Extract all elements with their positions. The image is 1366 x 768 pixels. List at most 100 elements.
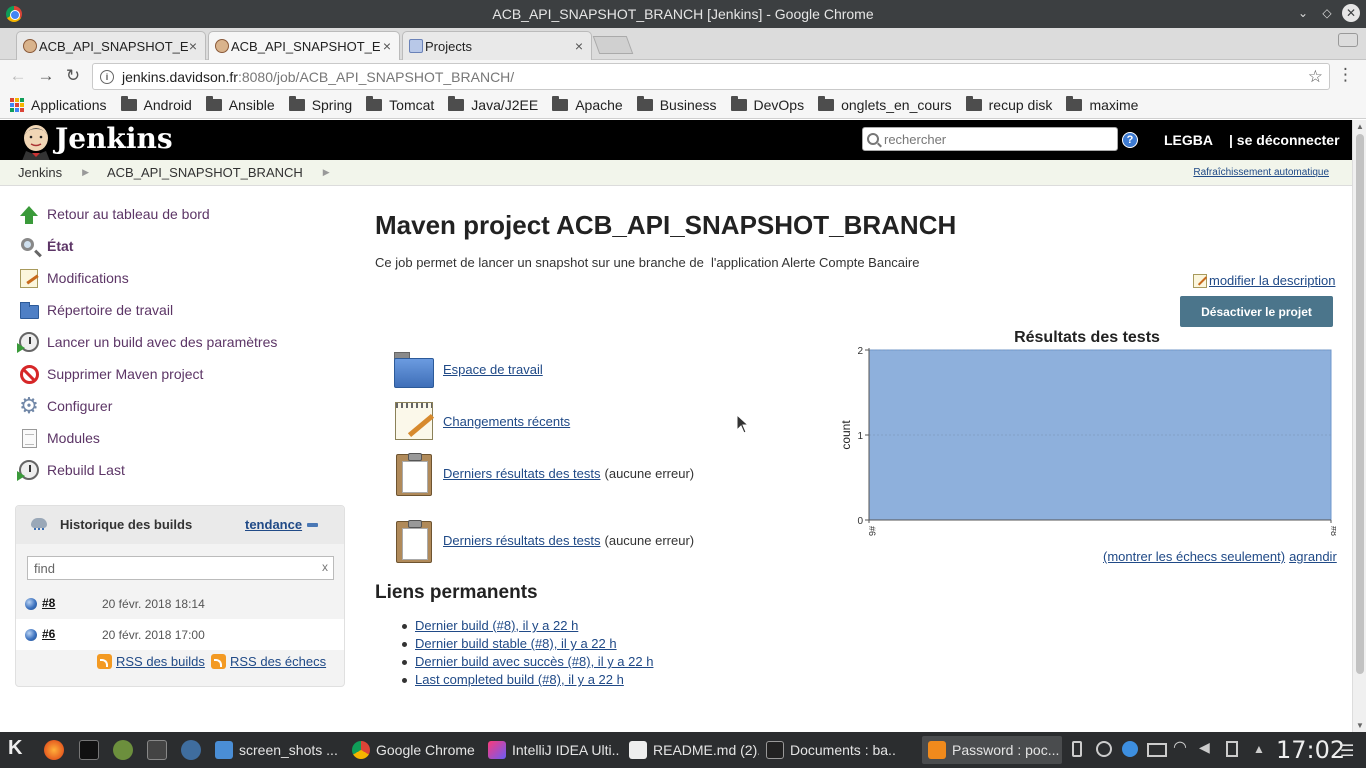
breadcrumb-separator-icon[interactable]: ▶ xyxy=(82,167,89,178)
clear-filter-icon[interactable]: x xyxy=(322,560,328,574)
tray-expand-icon[interactable]: ▲ xyxy=(1253,742,1269,758)
build-number-link[interactable]: #8 xyxy=(42,596,55,610)
back-arrow-icon[interactable]: ← xyxy=(8,66,28,86)
bookmark-folder[interactable]: maxime xyxy=(1066,96,1138,113)
scroll-up-icon[interactable]: ▲ xyxy=(1356,122,1364,131)
taskbar-task[interactable]: screen_shots ... xyxy=(209,736,343,764)
firefox-icon[interactable] xyxy=(44,740,64,760)
build-date[interactable]: 20 févr. 2018 18:14 xyxy=(102,597,205,611)
bookmark-folder[interactable]: Apache xyxy=(552,96,623,113)
browser-tab-1[interactable]: ACB_API_SNAPSHOT_E × xyxy=(16,31,206,60)
test-results-link[interactable]: Derniers résultats des tests xyxy=(443,533,601,548)
scroll-thumb[interactable] xyxy=(1356,134,1364,674)
bookmark-folder[interactable]: recup disk xyxy=(965,96,1052,113)
breadcrumb-jenkins[interactable]: Jenkins xyxy=(18,165,62,180)
kde-launcher-icon[interactable]: K xyxy=(8,737,28,759)
bookmark-folder[interactable]: Spring xyxy=(288,96,352,113)
task-status[interactable]: État xyxy=(18,235,73,257)
taskbar-task[interactable]: Google Chrome xyxy=(346,736,480,764)
taskbar-task[interactable]: IntelliJ IDEA Ulti... xyxy=(482,736,620,764)
logout-link[interactable]: | se déconnecter xyxy=(1229,132,1340,148)
clipboard-icon[interactable] xyxy=(1226,741,1238,757)
task-configure[interactable]: ⚙ Configurer xyxy=(18,395,112,417)
disable-project-button[interactable]: Désactiver le projet xyxy=(1180,296,1333,327)
address-bar[interactable]: i jenkins.davidson.fr:8080/job/ACB_API_S… xyxy=(92,63,1330,90)
tab-close-icon[interactable]: × xyxy=(383,38,391,54)
bookmark-folder[interactable]: Ansible xyxy=(205,96,275,113)
bookmark-folder[interactable]: Java/J2EE xyxy=(448,96,538,113)
taskbar-task[interactable]: Documents : ba... xyxy=(760,736,896,764)
page-scrollbar[interactable]: ▲ ▼ xyxy=(1352,120,1366,732)
tab-close-icon[interactable]: × xyxy=(575,38,583,54)
rss-failures-link[interactable]: RSS des échecs xyxy=(211,654,326,669)
window-close-button[interactable]: ✕ xyxy=(1342,4,1360,22)
wifi-icon[interactable]: ◠ xyxy=(1173,737,1189,756)
taskbar-menu-icon[interactable]: ☰ xyxy=(1340,741,1354,761)
task-delete-project[interactable]: Supprimer Maven project xyxy=(18,363,203,385)
task-rebuild-last[interactable]: Rebuild Last xyxy=(17,459,125,481)
permalink-last-build[interactable]: Dernier build (#8), il y a 22 h xyxy=(415,618,578,633)
task-build-with-parameters[interactable]: Lancer un build avec des paramètres xyxy=(17,331,277,353)
jenkins-butler-icon[interactable] xyxy=(18,123,54,161)
postgres-icon[interactable] xyxy=(181,740,201,760)
jenkins-title[interactable]: Jenkins xyxy=(55,122,173,155)
taskbar-task[interactable]: README.md (2)... xyxy=(623,736,759,764)
forward-arrow-icon[interactable]: → xyxy=(36,66,56,86)
user-link[interactable]: LEGBA xyxy=(1164,132,1213,148)
build-row[interactable]: #6 20 févr. 2018 17:00 xyxy=(16,619,344,650)
updates-icon[interactable] xyxy=(1096,741,1112,757)
jenkins-search-input[interactable]: rechercher xyxy=(862,127,1118,151)
bookmark-applications[interactable]: Applications xyxy=(0,97,107,113)
browser-tab-2[interactable]: ACB_API_SNAPSHOT_E × xyxy=(208,31,400,60)
permalink-item[interactable]: Dernier build avec succès (#8), il y a 2… xyxy=(399,654,653,672)
rss-builds-link[interactable]: RSS des builds xyxy=(97,654,205,669)
task-back-to-dashboard[interactable]: Retour au tableau de bord xyxy=(18,203,210,225)
permalink-item[interactable]: Dernier build (#8), il y a 22 h xyxy=(399,618,653,636)
profile-icon[interactable] xyxy=(1338,33,1358,47)
chrome-menu-icon[interactable]: ⋮ xyxy=(1337,65,1354,85)
volume-icon[interactable]: ◀ xyxy=(1199,739,1215,755)
bookmark-star-icon[interactable]: ☆ xyxy=(1308,67,1323,87)
build-number-link[interactable]: #6 xyxy=(42,627,55,641)
bookmark-folder[interactable]: onglets_en_cours xyxy=(818,96,952,113)
workspace-link[interactable]: Espace de travail xyxy=(443,362,543,377)
test-results-chart[interactable]: 0 1 2 count #6 #8 xyxy=(836,346,1336,546)
collapse-icon[interactable] xyxy=(307,523,318,527)
permalink-item[interactable]: Dernier build stable (#8), il y a 22 h xyxy=(399,636,653,654)
bookmark-folder[interactable]: DevOps xyxy=(730,96,804,113)
display-icon[interactable] xyxy=(1147,743,1167,757)
trend-link[interactable]: tendance xyxy=(245,517,302,532)
calculator-icon[interactable] xyxy=(147,740,167,760)
android-icon[interactable] xyxy=(113,740,133,760)
permalink-last-stable[interactable]: Dernier build stable (#8), il y a 22 h xyxy=(415,636,617,651)
permalink-item[interactable]: Last completed build (#8), il y a 22 h xyxy=(399,672,653,690)
maximize-icon[interactable]: ◇ xyxy=(1318,4,1336,22)
scroll-down-icon[interactable]: ▼ xyxy=(1356,721,1364,730)
task-workspace[interactable]: Répertoire de travail xyxy=(18,299,173,321)
help-icon[interactable]: ? xyxy=(1122,132,1138,148)
bookmark-folder[interactable]: Android xyxy=(120,96,192,113)
task-modules[interactable]: Modules xyxy=(18,427,100,449)
battery-icon[interactable] xyxy=(1072,741,1082,757)
test-results-link[interactable]: Derniers résultats des tests xyxy=(443,466,601,481)
build-row[interactable]: #8 20 févr. 2018 18:14 xyxy=(16,588,344,619)
permalink-last-success[interactable]: Dernier build avec succès (#8), il y a 2… xyxy=(415,654,653,669)
terminal-icon[interactable] xyxy=(79,740,99,760)
auto-refresh-link[interactable]: Rafraîchissement automatique xyxy=(1193,167,1329,178)
permalink-last-completed[interactable]: Last completed build (#8), il y a 22 h xyxy=(415,672,624,687)
edit-description-link[interactable]: modifier la description xyxy=(1193,273,1335,288)
build-date[interactable]: 20 févr. 2018 17:00 xyxy=(102,628,205,642)
show-failures-only-link[interactable]: (montrer les échecs seulement) xyxy=(1103,549,1285,564)
breadcrumb-job[interactable]: ACB_API_SNAPSHOT_BRANCH xyxy=(107,165,303,180)
enlarge-chart-link[interactable]: agrandir xyxy=(1289,549,1337,564)
recent-changes-link[interactable]: Changements récents xyxy=(443,414,570,429)
minimize-icon[interactable]: ⌄ xyxy=(1294,4,1312,22)
bookmark-folder[interactable]: Business xyxy=(636,96,717,113)
browser-tab-3[interactable]: Projects × xyxy=(402,31,592,60)
task-changes[interactable]: Modifications xyxy=(18,267,129,289)
new-tab-button[interactable] xyxy=(592,36,634,54)
breadcrumb-separator-icon[interactable]: ▶ xyxy=(323,167,330,178)
taskbar-task[interactable]: Password : poc... xyxy=(922,736,1062,764)
bookmark-folder[interactable]: Tomcat xyxy=(366,96,434,113)
reload-icon[interactable]: ↻ xyxy=(63,66,83,86)
